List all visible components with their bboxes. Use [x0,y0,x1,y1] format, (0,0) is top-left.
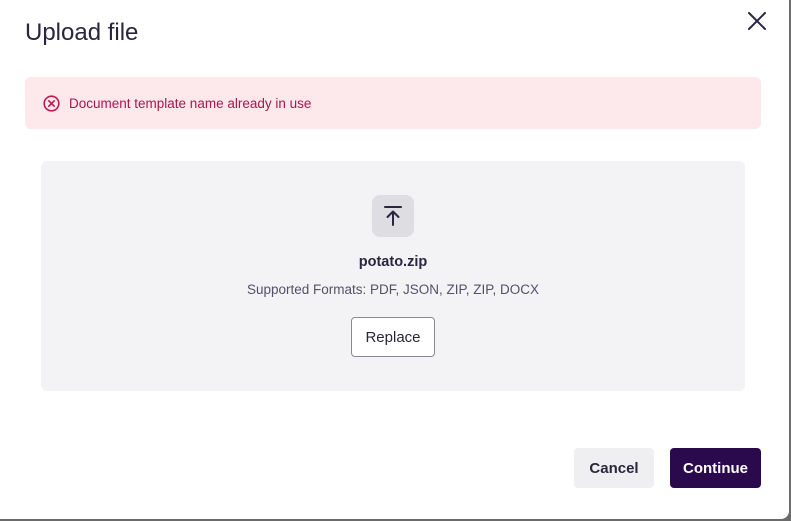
close-icon [748,11,766,35]
error-message: Document template name already in use [69,95,312,111]
upload-icon [372,195,414,237]
continue-button[interactable]: Continue [670,448,761,488]
file-dropzone[interactable]: potato.zip Supported Formats: PDF, JSON,… [41,161,745,391]
upload-file-dialog: Upload file Document template name alrea… [0,0,789,519]
file-name: potato.zip [358,254,428,270]
supported-formats: Supported Formats: PDF, JSON, ZIP, ZIP, … [246,282,540,297]
error-banner: Document template name already in use [25,77,761,129]
replace-button[interactable]: Replace [351,317,435,357]
dialog-title: Upload file [25,19,139,46]
cancel-button[interactable]: Cancel [574,448,654,488]
close-button[interactable] [742,8,772,38]
error-circle-x-icon [42,94,60,112]
